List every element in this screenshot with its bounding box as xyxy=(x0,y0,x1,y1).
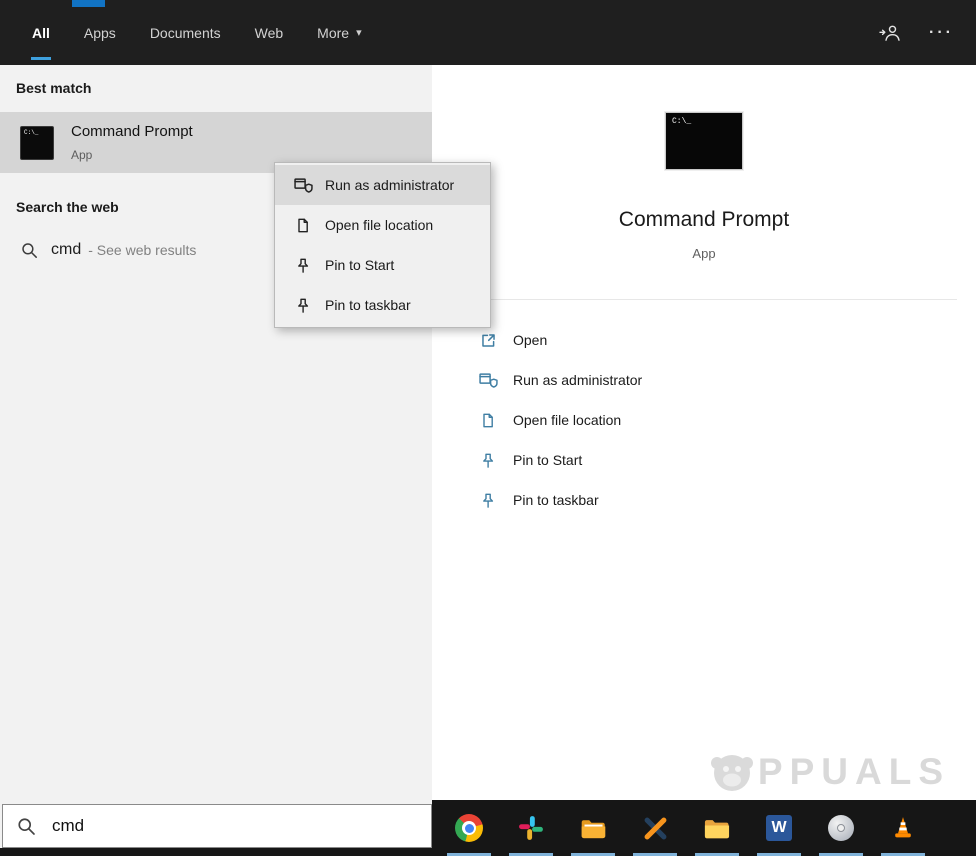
orange-folder-icon xyxy=(580,817,607,840)
action-pin-to-start[interactable]: Pin to Start xyxy=(432,440,976,480)
x-app-icon xyxy=(643,816,668,841)
taskbar-slack-button[interactable] xyxy=(500,800,562,856)
taskbar-word-button[interactable]: W xyxy=(748,800,810,856)
run-as-admin-icon xyxy=(293,177,313,194)
watermark-text: PPUALS xyxy=(758,751,950,793)
taskbar-file-explorer-button[interactable] xyxy=(686,800,748,856)
context-menu: Run as administrator Open file location … xyxy=(274,162,491,328)
action-open[interactable]: Open xyxy=(432,320,976,360)
taskbar-folder-orange-button[interactable] xyxy=(562,800,624,856)
pin-icon xyxy=(477,492,499,509)
tab-documents[interactable]: Documents xyxy=(150,0,221,65)
best-match-title: Command Prompt xyxy=(71,123,193,140)
tab-web-label: Web xyxy=(255,25,284,41)
appuals-logo-icon xyxy=(709,749,755,795)
tab-all[interactable]: All xyxy=(32,0,50,65)
taskbar-chrome-button[interactable] xyxy=(438,800,500,856)
terminal-prompt-text: C:\_ xyxy=(672,117,691,126)
tab-apps[interactable]: Apps xyxy=(84,0,116,65)
search-icon xyxy=(21,242,38,259)
action-label: Pin to taskbar xyxy=(513,492,599,508)
action-run-as-administrator[interactable]: Run as administrator xyxy=(432,360,976,400)
search-input[interactable] xyxy=(50,815,431,837)
taskbar-icons: W xyxy=(438,800,934,856)
tab-web[interactable]: Web xyxy=(255,0,284,65)
taskbar-disc-button[interactable] xyxy=(810,800,872,856)
word-icon: W xyxy=(766,815,792,841)
pin-icon xyxy=(293,297,313,314)
context-menu-run-as-administrator[interactable]: Run as administrator xyxy=(275,165,490,205)
app-detail-panel: C:\_ Command Prompt App Open xyxy=(432,65,976,800)
action-label: Run as administrator xyxy=(513,372,642,388)
chrome-icon xyxy=(455,814,483,842)
pin-icon xyxy=(293,257,313,274)
slack-icon xyxy=(518,815,544,841)
detail-divider xyxy=(457,299,957,300)
search-the-web-header: Search the web xyxy=(16,199,119,215)
tab-apps-label: Apps xyxy=(84,25,116,41)
taskbar-search-box xyxy=(2,804,432,848)
command-prompt-icon: C:\_ xyxy=(20,126,54,160)
vlc-icon xyxy=(890,815,916,841)
windows-search-flyout: All Apps Documents Web More ▾ xyxy=(0,0,976,856)
best-match-subtitle: App xyxy=(71,148,92,162)
run-as-admin-icon xyxy=(477,372,499,389)
detail-app-title: Command Prompt xyxy=(432,208,976,232)
context-menu-open-file-location[interactable]: Open file location xyxy=(275,205,490,245)
tab-more[interactable]: More ▾ xyxy=(317,0,361,65)
action-open-file-location[interactable]: Open file location xyxy=(432,400,976,440)
detail-actions-list: Open Run as administrator xyxy=(432,320,976,520)
action-label: Open xyxy=(513,332,547,348)
pin-icon xyxy=(477,452,499,469)
appuals-watermark: PPUALS xyxy=(709,749,950,795)
context-menu-item-label: Pin to taskbar xyxy=(325,297,411,313)
file-location-icon xyxy=(477,412,499,429)
search-icon xyxy=(17,817,36,836)
topbar-right-icons: ··· xyxy=(879,0,954,65)
web-result-suffix: - See web results xyxy=(88,242,196,258)
filter-tabs: All Apps Documents Web More ▾ xyxy=(32,0,362,65)
context-menu-pin-to-taskbar[interactable]: Pin to taskbar xyxy=(275,285,490,325)
open-icon xyxy=(477,332,499,349)
taskbar-vlc-button[interactable] xyxy=(872,800,934,856)
command-prompt-large-icon: C:\_ xyxy=(665,112,743,170)
tab-more-label: More xyxy=(317,25,349,41)
signed-in-user-icon[interactable] xyxy=(879,24,901,42)
action-label: Open file location xyxy=(513,412,621,428)
context-menu-item-label: Run as administrator xyxy=(325,177,454,193)
file-explorer-icon xyxy=(703,817,731,840)
context-menu-item-label: Open file location xyxy=(325,217,433,233)
file-location-icon xyxy=(293,217,313,234)
action-pin-to-taskbar[interactable]: Pin to taskbar xyxy=(432,480,976,520)
tab-documents-label: Documents xyxy=(150,25,221,41)
context-menu-pin-to-start[interactable]: Pin to Start xyxy=(275,245,490,285)
disc-icon xyxy=(828,815,854,841)
chevron-down-icon: ▾ xyxy=(356,26,362,39)
context-menu-item-label: Pin to Start xyxy=(325,257,394,273)
detail-app-subtitle: App xyxy=(432,246,976,261)
best-match-header: Best match xyxy=(16,80,91,96)
tab-all-label: All xyxy=(32,25,50,41)
search-filter-bar: All Apps Documents Web More ▾ xyxy=(0,0,976,65)
web-result-query: cmd xyxy=(51,241,81,259)
more-options-icon[interactable]: ··· xyxy=(929,24,954,42)
taskbar-x-app-button[interactable] xyxy=(624,800,686,856)
action-label: Pin to Start xyxy=(513,452,582,468)
terminal-prompt-text: C:\_ xyxy=(24,129,38,136)
